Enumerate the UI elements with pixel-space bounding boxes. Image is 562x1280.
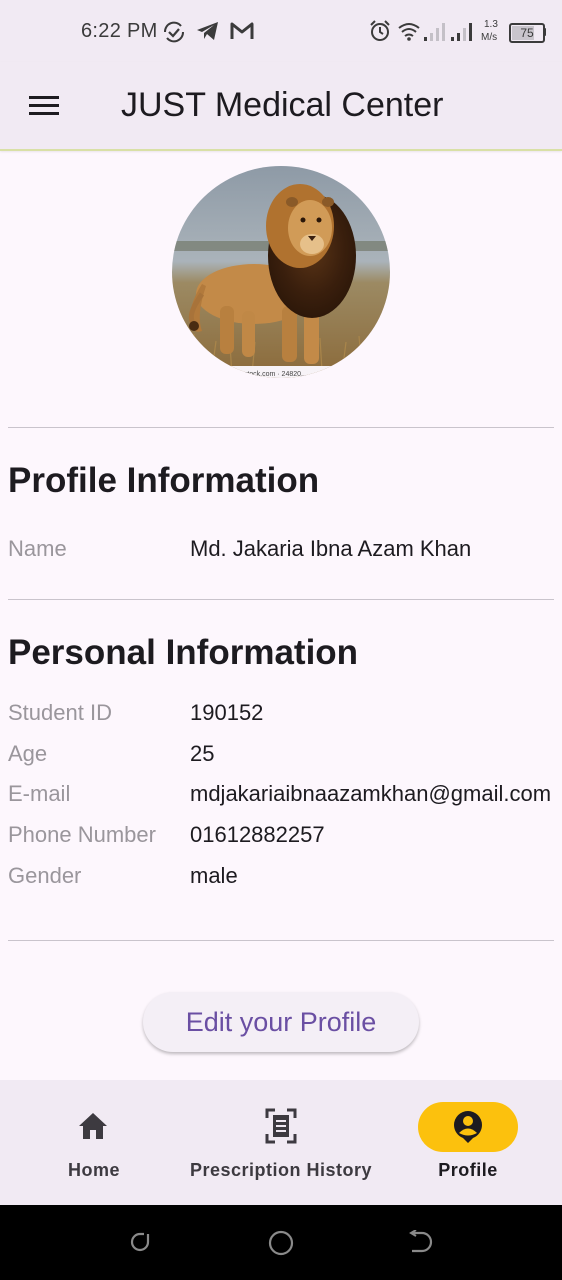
home-circle-icon[interactable] xyxy=(268,1230,294,1256)
nav-label-prescription-history: Prescription History xyxy=(189,1160,373,1180)
battery-icon: 75 xyxy=(509,23,545,43)
phone-number-label: Phone Number xyxy=(8,822,156,847)
name-value: Md. Jakaria Ibna Azam Khan xyxy=(190,536,472,561)
nav-item-home[interactable]: Home xyxy=(38,1080,150,1205)
status-time: 6:22 PM xyxy=(81,20,158,42)
divider-bottom xyxy=(8,940,554,941)
age-label: Age xyxy=(8,741,48,766)
net-speed-unit: M/s xyxy=(481,32,498,43)
recent-apps-icon[interactable] xyxy=(128,1230,152,1254)
wifi-icon xyxy=(398,23,420,41)
age-value: 25 xyxy=(190,741,215,766)
lion-photo-image: ...stock.com · 24820... xyxy=(172,166,390,378)
phone-number-value: 01612882257 xyxy=(190,822,325,847)
hamburger-menu-icon[interactable] xyxy=(29,95,59,117)
profile-avatar: ...stock.com · 24820... xyxy=(172,166,390,378)
edit-profile-button[interactable]: Edit your Profile xyxy=(143,992,419,1052)
battery-level: 75 xyxy=(520,26,534,40)
alarm-icon xyxy=(370,20,390,41)
personal-information-heading: Personal Information xyxy=(8,633,359,672)
nav-label-profile: Profile xyxy=(438,1160,498,1180)
nav-label-home: Home xyxy=(67,1160,120,1180)
gender-value: male xyxy=(190,863,238,888)
app-title: JUST Medical Center xyxy=(121,86,444,124)
back-icon[interactable] xyxy=(408,1230,434,1254)
home-icon xyxy=(79,1113,107,1139)
image-watermark: ...stock.com · 24820... xyxy=(238,371,307,378)
nav-item-prescription-history[interactable]: Prescription History xyxy=(180,1080,382,1205)
divider-top xyxy=(8,427,554,428)
gmail-icon xyxy=(230,22,254,39)
telegram-icon xyxy=(197,22,218,40)
net-speed-value: 1.3 xyxy=(484,19,498,30)
divider-middle xyxy=(8,599,554,600)
document-scan-icon xyxy=(265,1108,297,1144)
nav-item-profile[interactable]: Profile xyxy=(418,1080,518,1205)
signal-strength-icon xyxy=(424,23,445,41)
system-navigation-bar xyxy=(0,1205,562,1280)
signal-strength-icon-2 xyxy=(451,23,472,41)
app-bar: JUST Medical Center xyxy=(0,62,562,151)
gender-label: Gender xyxy=(8,863,82,888)
student-id-label: Student ID xyxy=(8,700,112,725)
account-pin-icon xyxy=(454,1111,482,1143)
email-label: E-mail xyxy=(8,781,71,806)
profile-information-heading: Profile Information xyxy=(8,461,320,500)
screen: 6:22 PM 1.3 M/s 75 JUST Medical Center .… xyxy=(0,0,562,1280)
sync-check-icon xyxy=(163,21,185,43)
name-label: Name xyxy=(8,536,67,561)
email-value: mdjakariaibnaazamkhan@gmail.com xyxy=(190,781,552,806)
student-id-value: 190152 xyxy=(190,700,264,725)
status-bar: 6:22 PM 1.3 M/s 75 xyxy=(0,0,562,62)
